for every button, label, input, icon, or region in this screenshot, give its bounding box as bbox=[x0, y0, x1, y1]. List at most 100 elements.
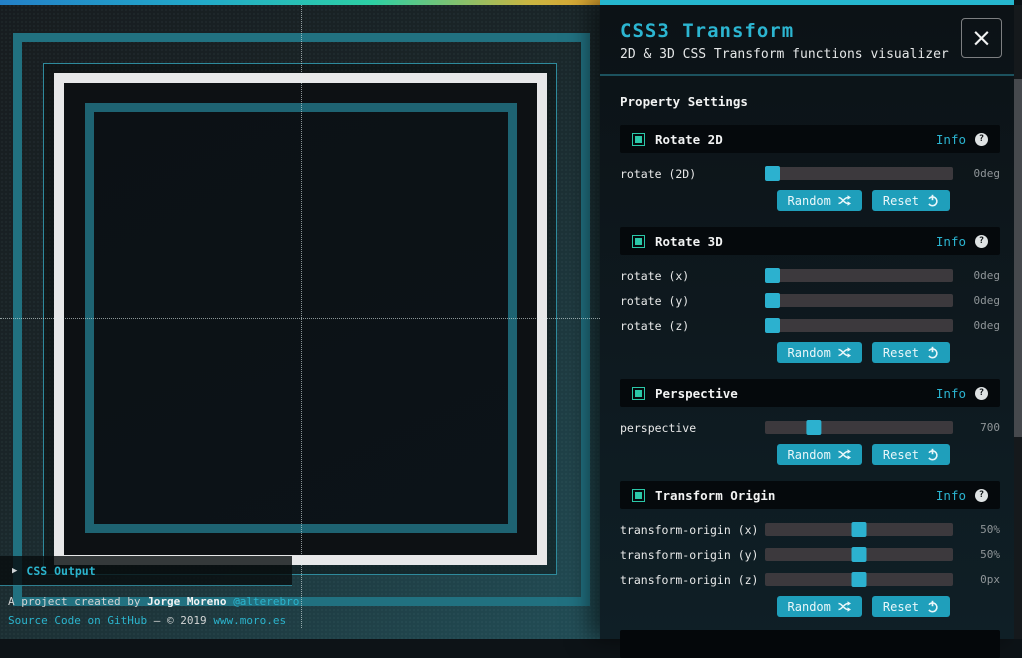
slider-track[interactable] bbox=[765, 167, 953, 180]
panel-scrollbar[interactable] bbox=[1014, 5, 1022, 639]
slider-value: 50% bbox=[953, 523, 1000, 536]
random-button[interactable]: Random bbox=[777, 596, 862, 617]
rotate-z-slider[interactable] bbox=[765, 318, 953, 333]
random-label: Random bbox=[788, 194, 831, 208]
slider-label: rotate (y) bbox=[620, 294, 765, 308]
slider-label: transform-origin (x) bbox=[620, 523, 765, 537]
close-button[interactable]: × bbox=[961, 18, 1002, 58]
slider-row: transform-origin (y) 50% bbox=[620, 547, 1000, 562]
slider-track[interactable] bbox=[765, 269, 953, 282]
scrollbar-thumb[interactable] bbox=[1014, 79, 1022, 437]
info-link-wrap[interactable]: Info ? bbox=[936, 488, 988, 503]
app-subtitle: 2D & 3D CSS Transform functions visualiz… bbox=[620, 47, 994, 62]
top-gradient-bar bbox=[0, 0, 600, 5]
slider-label: rotate (x) bbox=[620, 269, 765, 283]
info-link-wrap[interactable]: Info ? bbox=[936, 386, 988, 401]
section-header-transform-origin: Transform Origin Info ? bbox=[620, 481, 1000, 509]
panel-header: CSS3 Transform 2D & 3D CSS Transform fun… bbox=[600, 5, 1014, 76]
section-title: Rotate 3D bbox=[655, 234, 723, 249]
reset-button[interactable]: Reset bbox=[872, 596, 950, 617]
app-title: CSS3 Transform bbox=[620, 20, 994, 42]
transform-origin-y-slider[interactable] bbox=[765, 547, 953, 562]
slider-track[interactable] bbox=[765, 319, 953, 332]
slider-row: perspective 700 bbox=[620, 420, 1000, 435]
visualizer-stage: ▶ CSS Output A project created by Jorge … bbox=[0, 0, 600, 639]
slider-thumb[interactable] bbox=[765, 166, 780, 181]
help-icon[interactable]: ? bbox=[975, 489, 988, 502]
css-output-toggle[interactable]: ▶ CSS Output bbox=[0, 556, 292, 586]
reset-label: Reset bbox=[883, 194, 919, 208]
info-link[interactable]: Info bbox=[936, 386, 966, 401]
button-row: Random Reset bbox=[620, 596, 1000, 617]
rotate-x-slider[interactable] bbox=[765, 268, 953, 283]
random-button[interactable]: Random bbox=[777, 190, 862, 211]
info-link[interactable]: Info bbox=[936, 488, 966, 503]
reset-button[interactable]: Reset bbox=[872, 444, 950, 465]
info-link[interactable]: Info bbox=[936, 234, 966, 249]
website-link[interactable]: www.moro.es bbox=[213, 614, 286, 627]
checkbox-icon[interactable] bbox=[632, 489, 645, 502]
rotate-2d-slider[interactable] bbox=[765, 166, 953, 181]
transform-origin-z-slider[interactable] bbox=[765, 572, 953, 587]
slider-label: rotate (2D) bbox=[620, 167, 765, 181]
panel-body: Property Settings Rotate 2D Info ? rotat… bbox=[600, 94, 1014, 658]
slider-value: 0deg bbox=[953, 319, 1000, 332]
slider-label: perspective bbox=[620, 421, 765, 435]
reset-label: Reset bbox=[883, 600, 919, 614]
help-icon[interactable]: ? bbox=[975, 235, 988, 248]
slider-value: 0px bbox=[953, 573, 1000, 586]
transform-origin-vertical-guide bbox=[301, 5, 302, 628]
checkbox-icon[interactable] bbox=[632, 235, 645, 248]
reset-button[interactable]: Reset bbox=[872, 190, 950, 211]
slider-track[interactable] bbox=[765, 294, 953, 307]
shuffle-icon bbox=[838, 194, 851, 207]
section-header-rotate-2d: Rotate 2D Info ? bbox=[620, 125, 1000, 153]
rotate-y-slider[interactable] bbox=[765, 293, 953, 308]
slider-thumb[interactable] bbox=[765, 318, 780, 333]
slider-row: rotate (z) 0deg bbox=[620, 318, 1000, 333]
slider-thumb[interactable] bbox=[852, 522, 867, 537]
info-link[interactable]: Info bbox=[936, 132, 966, 147]
slider-label: transform-origin (y) bbox=[620, 548, 765, 562]
random-label: Random bbox=[788, 346, 831, 360]
shuffle-icon bbox=[838, 600, 851, 613]
checkbox-icon[interactable] bbox=[632, 133, 645, 146]
perspective-slider[interactable] bbox=[765, 420, 953, 435]
button-row: Random Reset bbox=[620, 190, 1000, 211]
slider-thumb[interactable] bbox=[852, 547, 867, 562]
section-header-rotate-3d: Rotate 3D Info ? bbox=[620, 227, 1000, 255]
slider-value: 0deg bbox=[953, 269, 1000, 282]
credits-line-2: Source Code on GitHub — © 2019 www.moro.… bbox=[8, 613, 299, 629]
reset-label: Reset bbox=[883, 346, 919, 360]
reset-label: Reset bbox=[883, 448, 919, 462]
info-link-wrap[interactable]: Info ? bbox=[936, 132, 988, 147]
credits-line-1: A project created by Jorge Moreno @alter… bbox=[8, 594, 299, 610]
random-button[interactable]: Random bbox=[777, 444, 862, 465]
random-button[interactable]: Random bbox=[777, 342, 862, 363]
button-row: Random Reset bbox=[620, 444, 1000, 465]
power-icon bbox=[926, 194, 939, 207]
copyright-text: — © 2019 bbox=[147, 614, 213, 627]
transform-origin-x-slider[interactable] bbox=[765, 522, 953, 537]
slider-thumb[interactable] bbox=[852, 572, 867, 587]
slider-thumb[interactable] bbox=[765, 293, 780, 308]
author-handle-link[interactable]: @alterebro bbox=[233, 595, 299, 608]
collapsed-arrow-icon: ▶ bbox=[12, 566, 17, 576]
css-output-label: CSS Output bbox=[26, 564, 95, 578]
slider-thumb[interactable] bbox=[807, 420, 822, 435]
slider-thumb[interactable] bbox=[765, 268, 780, 283]
slider-label: rotate (z) bbox=[620, 319, 765, 333]
source-code-link[interactable]: Source Code on GitHub bbox=[8, 614, 147, 627]
settings-panel: CSS3 Transform 2D & 3D CSS Transform fun… bbox=[600, 0, 1014, 639]
reset-button[interactable]: Reset bbox=[872, 342, 950, 363]
section-title: Rotate 2D bbox=[655, 132, 723, 147]
help-icon[interactable]: ? bbox=[975, 387, 988, 400]
slider-row: transform-origin (z) 0px bbox=[620, 572, 1000, 587]
random-label: Random bbox=[788, 448, 831, 462]
section-title: Transform Origin bbox=[655, 488, 775, 503]
slider-row: rotate (2D) 0deg bbox=[620, 166, 1000, 181]
help-icon[interactable]: ? bbox=[975, 133, 988, 146]
checkbox-icon[interactable] bbox=[632, 387, 645, 400]
info-link-wrap[interactable]: Info ? bbox=[936, 234, 988, 249]
slider-track[interactable] bbox=[765, 421, 953, 434]
